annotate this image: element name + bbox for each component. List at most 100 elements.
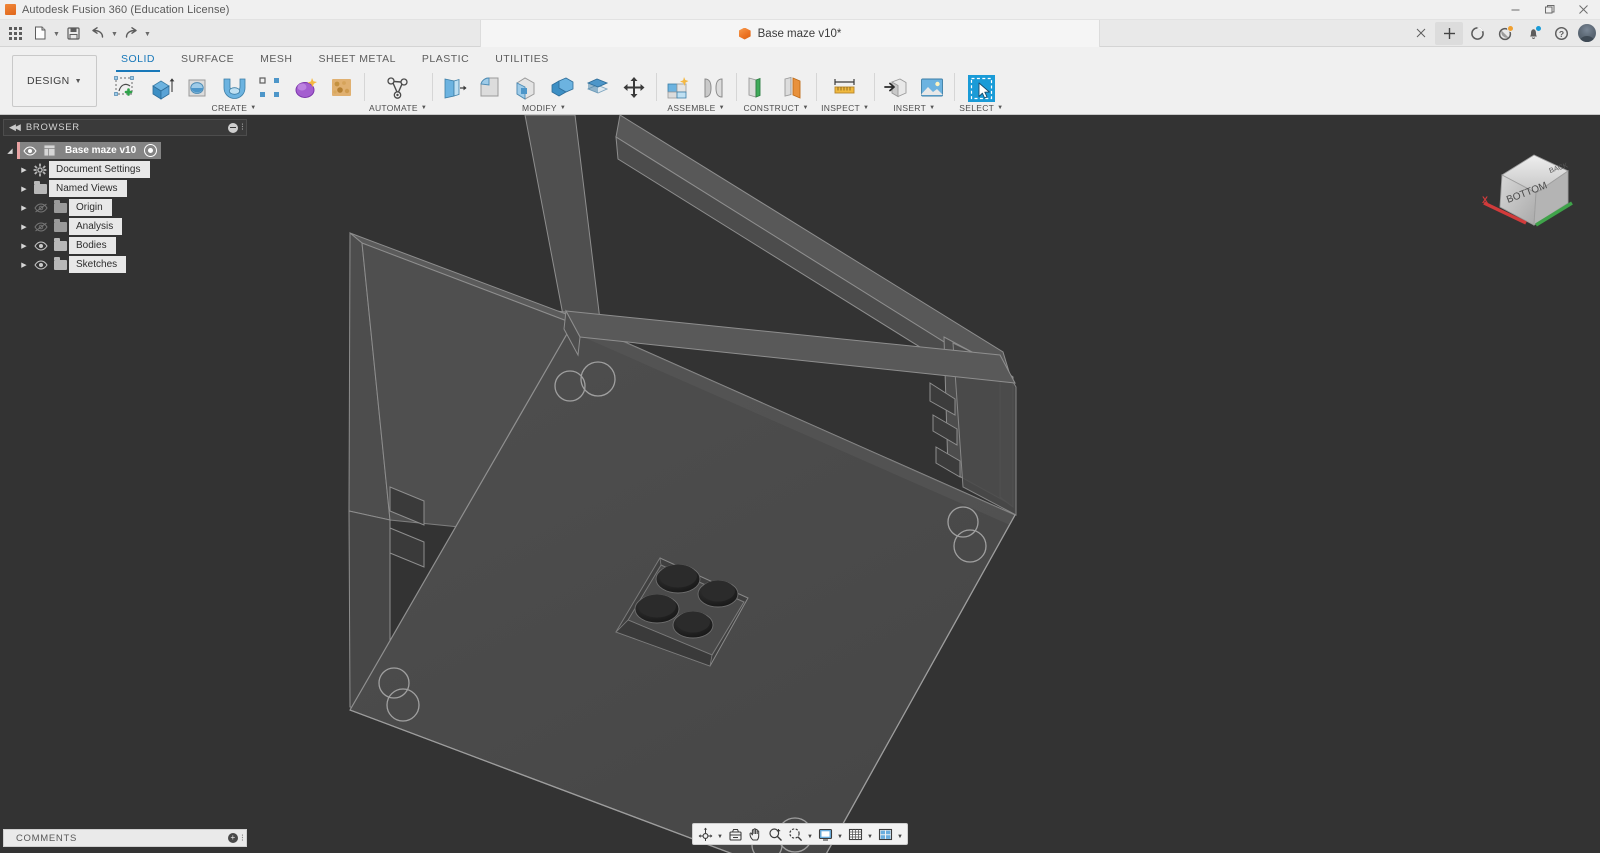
- tab-plastic[interactable]: PLASTIC: [409, 48, 482, 70]
- automate-icon[interactable]: [381, 72, 415, 104]
- tree-node-origin[interactable]: ▶ Origin: [3, 198, 247, 217]
- panel-select-label[interactable]: SELECT ▼: [959, 103, 1003, 113]
- save-icon[interactable]: [62, 22, 84, 44]
- combine-icon[interactable]: [545, 72, 579, 104]
- active-document-tab[interactable]: Base maze v10*: [480, 20, 1100, 47]
- panel-construct-label[interactable]: CONSTRUCT ▼: [743, 103, 808, 113]
- browser-minimize-icon[interactable]: [227, 122, 238, 133]
- create-sketch-icon[interactable]: [109, 72, 143, 104]
- pattern-icon[interactable]: [253, 72, 287, 104]
- close-button[interactable]: [1566, 0, 1600, 20]
- expand-arrow-icon[interactable]: ◢: [3, 141, 17, 160]
- tab-utilities[interactable]: UTILITIES: [482, 48, 562, 70]
- tree-node-named-views[interactable]: ▶ Named Views: [3, 179, 247, 198]
- collapse-browser-icon[interactable]: ◀◀: [9, 122, 21, 133]
- tree-node-base-maze[interactable]: ◢ Base maze v10: [3, 141, 247, 160]
- zoom-window-icon[interactable]: [785, 825, 805, 844]
- panel-modify-label[interactable]: MODIFY ▼: [522, 103, 566, 113]
- select-icon[interactable]: [964, 72, 998, 104]
- revolve-icon[interactable]: [181, 72, 215, 104]
- minimize-button[interactable]: [1498, 0, 1532, 20]
- add-comment-icon[interactable]: +: [227, 833, 238, 843]
- comments-resize-grip[interactable]: ⁝: [241, 833, 244, 844]
- tab-mesh[interactable]: MESH: [247, 48, 305, 70]
- visibility-eye-off-icon[interactable]: [31, 218, 51, 235]
- activate-component-icon[interactable]: [144, 144, 158, 157]
- offset-plane-icon[interactable]: [741, 72, 775, 104]
- undo-icon[interactable]: [87, 22, 109, 44]
- tab-bar-right-controls: ?: [1407, 20, 1600, 47]
- expand-arrow-icon[interactable]: ▶: [17, 236, 31, 255]
- panel-assemble-label[interactable]: ASSEMBLE ▼: [667, 103, 724, 113]
- design-cube-icon: [738, 27, 751, 40]
- panel-inspect-label[interactable]: INSPECT ▼: [821, 103, 869, 113]
- visibility-eye-off-icon[interactable]: [31, 199, 51, 216]
- browser-resize-grip[interactable]: ⁝: [241, 122, 244, 133]
- move-copy-icon[interactable]: [617, 72, 651, 104]
- expand-arrow-icon[interactable]: ▶: [17, 255, 31, 274]
- expand-arrow-icon[interactable]: ▶: [17, 198, 31, 217]
- orbit-icon[interactable]: [695, 825, 715, 844]
- sweep-icon[interactable]: [217, 72, 251, 104]
- look-at-icon[interactable]: [725, 825, 745, 844]
- zoom-icon[interactable]: [765, 825, 785, 844]
- tab-solid[interactable]: SOLID: [108, 48, 168, 72]
- redo-caret-icon[interactable]: ▼: [142, 22, 153, 44]
- redo-icon[interactable]: [120, 22, 142, 44]
- press-pull-icon[interactable]: [437, 72, 471, 104]
- help-icon[interactable]: ?: [1547, 22, 1575, 45]
- joint-icon[interactable]: [697, 72, 731, 104]
- extensions-icon[interactable]: [1491, 22, 1519, 45]
- visibility-eye-icon[interactable]: [20, 142, 40, 159]
- offset-face-icon[interactable]: [581, 72, 615, 104]
- panel-automate-label[interactable]: AUTOMATE ▼: [369, 103, 427, 113]
- zoom-window-caret-icon[interactable]: ▼: [805, 825, 815, 844]
- create-form-icon[interactable]: [289, 72, 323, 104]
- viewport-layout-caret-icon[interactable]: ▼: [895, 825, 905, 844]
- close-tab-icon[interactable]: [1407, 22, 1435, 45]
- new-tab-icon[interactable]: [1435, 21, 1463, 45]
- tree-node-bodies[interactable]: ▶ Bodies: [3, 236, 247, 255]
- display-settings-caret-icon[interactable]: ▼: [835, 825, 845, 844]
- undo-caret-icon[interactable]: ▼: [109, 22, 120, 44]
- apps-grid-icon[interactable]: [4, 22, 26, 44]
- panel-create-label[interactable]: CREATE ▼: [212, 103, 257, 113]
- restore-button[interactable]: [1532, 0, 1566, 20]
- app-title: Autodesk Fusion 360 (Education License): [22, 3, 230, 16]
- file-caret-icon[interactable]: ▼: [51, 22, 62, 44]
- plane-at-angle-icon[interactable]: [777, 72, 811, 104]
- new-component-icon[interactable]: [661, 72, 695, 104]
- tab-surface[interactable]: SURFACE: [168, 48, 247, 70]
- view-cube[interactable]: BACK BOTTOM X: [1472, 133, 1582, 238]
- comments-title: COMMENTS: [16, 832, 78, 844]
- expand-arrow-icon[interactable]: ▶: [17, 217, 31, 236]
- extrude-icon[interactable]: [145, 72, 179, 104]
- tab-sheet-metal[interactable]: SHEET METAL: [305, 48, 408, 70]
- pan-icon[interactable]: [745, 825, 765, 844]
- expand-arrow-icon[interactable]: ▶: [17, 160, 31, 179]
- grid-snaps-icon[interactable]: [845, 825, 865, 844]
- tree-node-analysis[interactable]: ▶ Analysis: [3, 217, 247, 236]
- fillet-icon[interactable]: [473, 72, 507, 104]
- panel-insert-label[interactable]: INSERT ▼: [893, 103, 935, 113]
- grid-snaps-caret-icon[interactable]: ▼: [865, 825, 875, 844]
- visibility-eye-icon[interactable]: [31, 237, 51, 254]
- tree-node-sketches[interactable]: ▶ Sketches: [3, 255, 247, 274]
- insert-derive-icon[interactable]: [879, 72, 913, 104]
- orbit-caret-icon[interactable]: ▼: [715, 825, 725, 844]
- comments-panel[interactable]: COMMENTS + ⁝: [3, 829, 247, 847]
- workspace-switcher-button[interactable]: DESIGN ▼: [12, 55, 97, 107]
- measure-icon[interactable]: [828, 72, 862, 104]
- file-icon[interactable]: [29, 22, 51, 44]
- shell-icon[interactable]: [509, 72, 543, 104]
- expand-arrow-icon[interactable]: ▶: [17, 179, 31, 198]
- viewport-layout-icon[interactable]: [875, 825, 895, 844]
- tree-node-document-settings[interactable]: ▶ Document Settings: [3, 160, 247, 179]
- visibility-eye-icon[interactable]: [31, 256, 51, 273]
- notifications-icon[interactable]: [1519, 22, 1547, 45]
- user-avatar[interactable]: [1578, 24, 1596, 42]
- job-status-icon[interactable]: [1463, 22, 1491, 45]
- insert-canvas-icon[interactable]: [915, 72, 949, 104]
- create-mesh-icon[interactable]: [325, 72, 359, 104]
- display-settings-icon[interactable]: [815, 825, 835, 844]
